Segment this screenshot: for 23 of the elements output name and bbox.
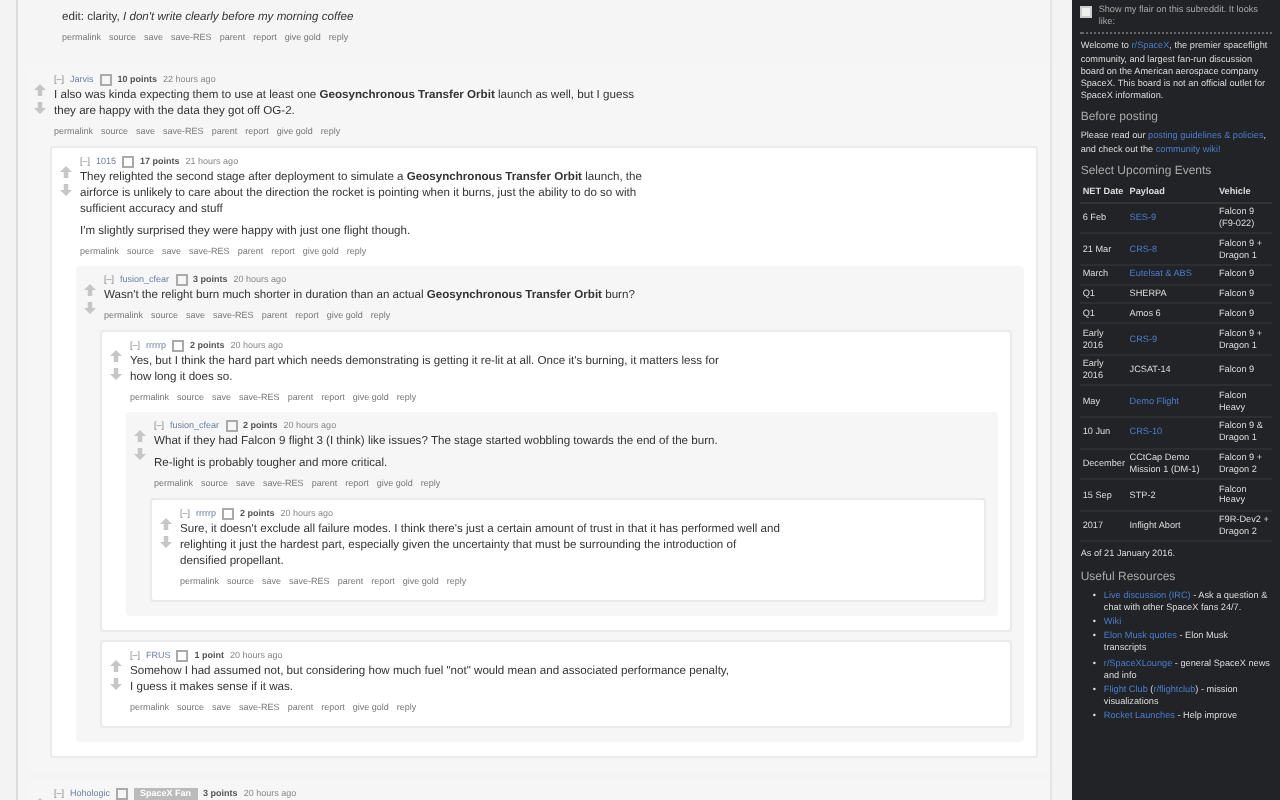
square-icon bbox=[222, 508, 235, 520]
upvote-arrow-icon[interactable] bbox=[110, 350, 122, 362]
upvote-arrow-icon[interactable] bbox=[84, 284, 96, 296]
square-icon bbox=[172, 340, 185, 352]
upvote-arrow-icon[interactable] bbox=[34, 84, 46, 96]
downvote-arrow-icon[interactable] bbox=[160, 536, 172, 548]
upvote-arrow-icon[interactable] bbox=[160, 518, 172, 530]
upvote-arrow-icon[interactable] bbox=[134, 430, 146, 442]
downvote-arrow-icon[interactable] bbox=[60, 184, 72, 196]
flair-checkbox[interactable] bbox=[1080, 6, 1093, 18]
square-icon bbox=[99, 74, 112, 86]
upvote-arrow-icon[interactable] bbox=[110, 660, 122, 672]
square-icon bbox=[122, 156, 135, 168]
square-icon bbox=[225, 420, 238, 432]
downvote-arrow-icon[interactable] bbox=[134, 448, 146, 460]
downvote-arrow-icon[interactable] bbox=[84, 302, 96, 314]
downvote-arrow-icon[interactable] bbox=[34, 102, 46, 114]
downvote-arrow-icon[interactable] bbox=[110, 368, 122, 380]
upvote-arrow-icon[interactable] bbox=[60, 166, 72, 178]
downvote-arrow-icon[interactable] bbox=[110, 678, 122, 690]
square-icon bbox=[175, 274, 188, 286]
square-icon bbox=[176, 650, 189, 662]
square-icon bbox=[116, 788, 129, 800]
